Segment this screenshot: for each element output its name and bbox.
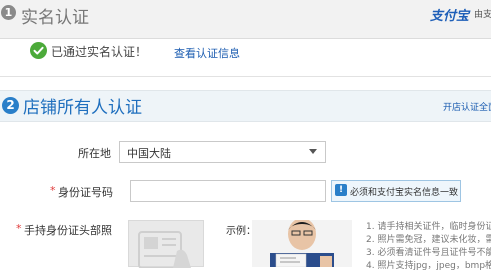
step-number-2: 2	[2, 97, 19, 114]
instruction-item: 3. 必须看清证件号且证件号不能	[366, 248, 491, 258]
section2-title: 店铺所有人认证	[23, 98, 142, 118]
required-mark: *	[16, 222, 22, 235]
view-verification-link[interactable]: 查看认证信息	[174, 45, 240, 61]
alipay-logo: 支付宝	[430, 9, 470, 24]
location-label: 所在地	[78, 147, 111, 160]
upload-instructions: 1. 请手持相关证件，临时身份证 2. 照片需免冠，建议未化妆，需 3. 必须看…	[366, 221, 491, 273]
chevron-down-icon[interactable]	[309, 149, 317, 154]
id-photo-label: 手持身份证头部照	[24, 224, 112, 237]
section1-title: 实名认证	[21, 8, 89, 28]
step-number-1: 1	[1, 5, 16, 20]
check-circle-icon	[30, 42, 47, 59]
store-verification-guide-link[interactable]: 开店认证全面	[443, 100, 491, 113]
photo-upload-placeholder[interactable]	[128, 220, 204, 269]
id-tip-text: 必须和支付宝实名信息一致	[350, 188, 459, 198]
example-photo	[252, 220, 352, 267]
id-number-label: 身份证号码	[58, 186, 113, 199]
info-icon: !	[335, 184, 347, 196]
location-select-value: 中国大陆	[127, 147, 171, 160]
section-divider	[0, 76, 491, 77]
instruction-item: 2. 照片需免冠，建议未化妆，需	[366, 235, 491, 245]
instruction-item: 1. 请手持相关证件，临时身份证	[366, 222, 491, 232]
id-number-input[interactable]	[130, 180, 326, 202]
verified-status-text: 已通过实名认证！	[51, 45, 148, 59]
required-mark: *	[50, 184, 56, 197]
logo-subtext: 由支	[474, 10, 491, 20]
id-card-icon	[138, 231, 191, 269]
